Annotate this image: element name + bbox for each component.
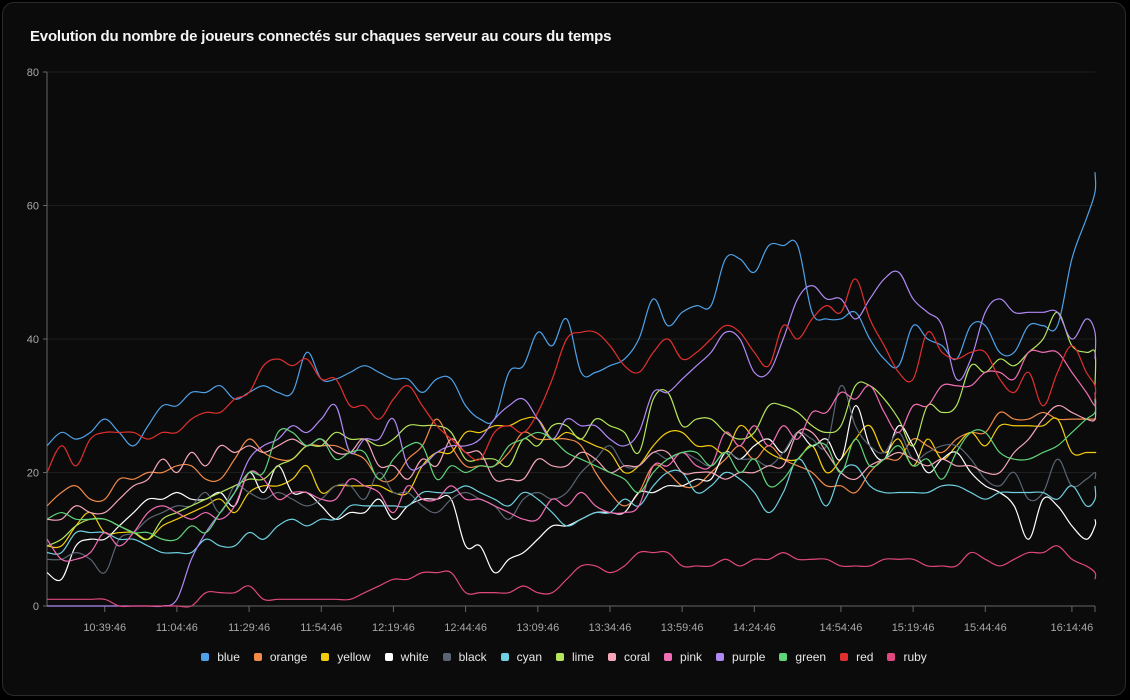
chart-legend: blue orange yellow white black cyan lime coral p… — [0, 650, 1130, 664]
legend-label: black — [458, 650, 487, 664]
legend-swatch — [556, 653, 564, 661]
legend-swatch — [253, 653, 262, 661]
legend-item-orange[interactable]: orange — [253, 650, 308, 664]
x-tick-label: 14:24:46 — [733, 622, 776, 634]
legend-item-blue[interactable]: blue — [201, 650, 240, 664]
x-tick-label: 11:29:46 — [228, 622, 270, 634]
legend-label: red — [856, 650, 874, 664]
legend-swatch — [442, 653, 451, 661]
legend-swatch — [321, 653, 330, 661]
x-tick-label: 13:34:46 — [589, 622, 632, 634]
legend-item-lime[interactable]: lime — [556, 650, 594, 664]
legend-label: blue — [217, 650, 240, 664]
y-tick-label: 40 — [27, 334, 39, 346]
legend-label: pink — [680, 650, 703, 664]
series-line-green — [46, 399, 1097, 542]
series-line-ruby — [47, 545, 1097, 608]
x-tick-label: 10:39:46 — [83, 622, 126, 634]
legend-item-green[interactable]: green — [779, 650, 826, 664]
legend-swatch — [716, 653, 725, 661]
legend-item-cyan[interactable]: cyan — [500, 650, 542, 664]
legend-item-yellow[interactable]: yellow — [321, 650, 371, 664]
legend-label: purple — [732, 650, 766, 664]
x-tick-label: 12:44:46 — [444, 622, 487, 634]
x-tick-label: 15:19:46 — [892, 622, 935, 634]
series-line-purple — [47, 270, 1097, 608]
series-line-orange — [46, 411, 1097, 507]
x-tick-label: 13:09:46 — [516, 622, 559, 634]
legend-item-white[interactable]: white — [384, 650, 429, 664]
x-tick-label: 11:54:46 — [300, 622, 342, 634]
x-tick-label: 11:04:46 — [156, 622, 198, 634]
legend-swatch — [779, 653, 788, 661]
series-line-yellow — [46, 416, 1097, 549]
legend-swatch — [840, 653, 849, 661]
x-tick-label: 12:19:46 — [372, 622, 415, 634]
y-tick-label: 60 — [27, 201, 39, 213]
legend-swatch — [201, 653, 210, 661]
series-line-blue — [46, 172, 1097, 447]
x-tick-label: 13:59:46 — [661, 622, 704, 634]
x-tick-label: 14:54:46 — [820, 622, 863, 634]
x-tick-label: 16:14:46 — [1050, 622, 1093, 634]
line-chart: 0 20 40 60 80 10:39:46 11:04:46 11:29:46 11:54:4… — [27, 67, 1097, 634]
y-tick-label: 0 — [33, 601, 39, 613]
series-line-black — [46, 385, 1097, 574]
y-tick-label: 20 — [27, 468, 39, 480]
legend-swatch — [664, 653, 673, 661]
y-tick-label: 80 — [27, 67, 39, 79]
legend-swatch — [887, 653, 896, 661]
legend-item-black[interactable]: black — [442, 650, 487, 664]
legend-label: yellow — [337, 650, 371, 664]
legend-swatch — [384, 653, 393, 661]
series-line-red — [46, 278, 1097, 473]
legend-label: lime — [572, 650, 595, 664]
x-tick-label: 15:44:46 — [964, 622, 1007, 634]
legend-label: ruby — [903, 650, 927, 664]
legend-item-coral[interactable]: coral — [608, 650, 650, 664]
legend-item-pink[interactable]: pink — [664, 650, 702, 664]
legend-label: orange — [269, 650, 308, 664]
legend-swatch — [608, 653, 617, 661]
legend-label: coral — [624, 650, 651, 664]
legend-item-purple[interactable]: purple — [716, 650, 765, 664]
legend-item-red[interactable]: red — [840, 650, 873, 664]
legend-swatch — [500, 653, 509, 661]
legend-item-ruby[interactable]: ruby — [887, 650, 927, 664]
legend-label: cyan — [516, 650, 542, 664]
legend-label: green — [795, 650, 827, 664]
legend-label: white — [400, 650, 429, 664]
